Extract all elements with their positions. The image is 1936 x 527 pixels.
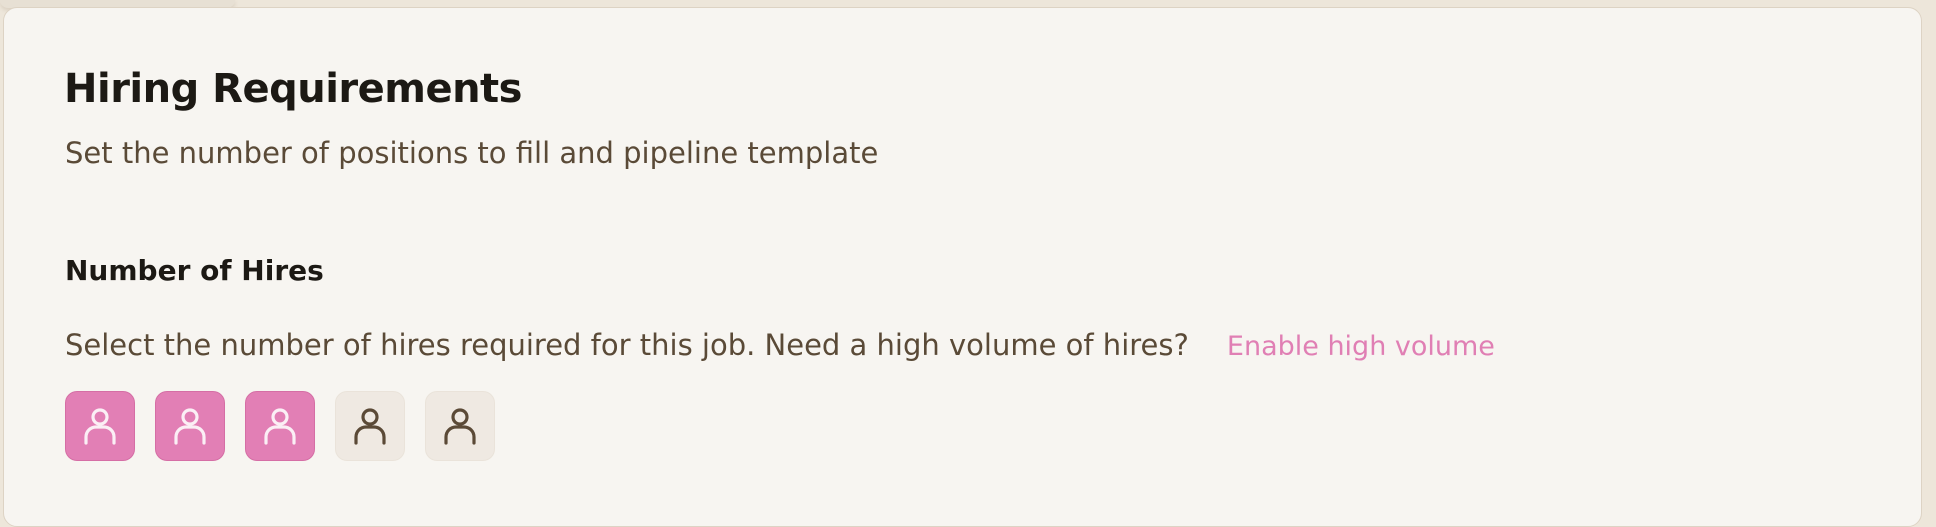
user-icon: [262, 406, 298, 446]
hiring-requirements-card: Hiring Requirements Set the number of po…: [3, 7, 1922, 527]
user-icon: [442, 406, 478, 446]
user-icon: [352, 406, 388, 446]
user-icon: [172, 406, 208, 446]
hire-count-button-2[interactable]: [155, 391, 225, 461]
card-title: Hiring Requirements: [64, 66, 522, 112]
hires-description-row: Select the number of hires required for …: [65, 328, 1495, 362]
hire-count-button-4[interactable]: [335, 391, 405, 461]
hire-count-button-1[interactable]: [65, 391, 135, 461]
hires-selector: [65, 391, 495, 461]
number-of-hires-label: Number of Hires: [65, 254, 324, 287]
card-subtitle: Set the number of positions to fill and …: [65, 136, 879, 170]
hire-count-button-3[interactable]: [245, 391, 315, 461]
hire-count-button-5[interactable]: [425, 391, 495, 461]
enable-high-volume-link[interactable]: Enable high volume: [1227, 331, 1495, 362]
user-icon: [82, 406, 118, 446]
hires-description: Select the number of hires required for …: [65, 328, 1189, 362]
